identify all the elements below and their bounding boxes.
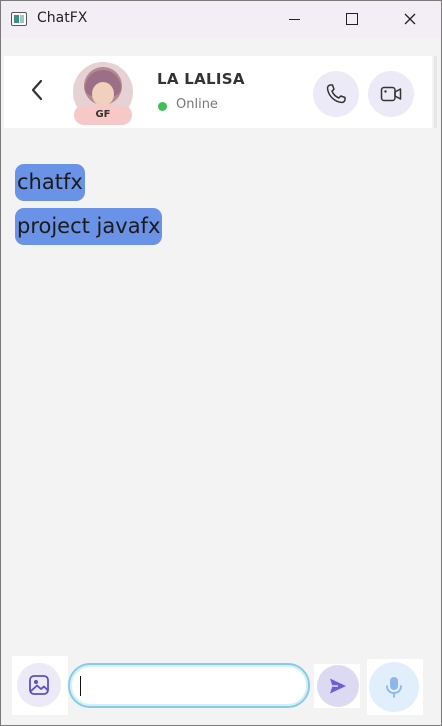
- message-bubble[interactable]: chatfx: [15, 164, 85, 201]
- message-bubble[interactable]: project javafx: [15, 208, 163, 245]
- chat-header: GF LA LALISA Online: [4, 56, 432, 128]
- maximize-button[interactable]: [329, 1, 375, 38]
- voice-message-button[interactable]: [369, 662, 419, 712]
- image-icon: [29, 675, 49, 695]
- attach-image-button[interactable]: [17, 663, 61, 707]
- voice-call-button[interactable]: [313, 71, 359, 117]
- header-divider: [434, 56, 437, 128]
- text-caret: [80, 676, 81, 696]
- mic-icon: [386, 677, 402, 698]
- app-window: ChatFX GF LA LALISA Online chatfx projec…: [0, 0, 442, 726]
- contact-status: Online: [176, 97, 218, 112]
- video-call-button[interactable]: [368, 71, 414, 117]
- phone-icon: [326, 84, 346, 104]
- back-button[interactable]: [26, 76, 50, 104]
- send-button[interactable]: [317, 665, 359, 707]
- contact-name: LA LALISA: [157, 70, 245, 88]
- back-icon: [31, 79, 43, 101]
- message-input[interactable]: [68, 663, 310, 708]
- send-icon: [330, 678, 346, 694]
- close-icon: [404, 13, 416, 25]
- title-bar[interactable]: ChatFX: [1, 1, 441, 38]
- minimize-button[interactable]: [271, 1, 317, 38]
- video-icon: [380, 86, 402, 102]
- online-status-dot: [158, 102, 167, 111]
- avatar-badge: GF: [74, 105, 132, 125]
- window-title: ChatFX: [37, 10, 88, 26]
- app-icon: [11, 12, 27, 26]
- close-button[interactable]: [387, 1, 433, 38]
